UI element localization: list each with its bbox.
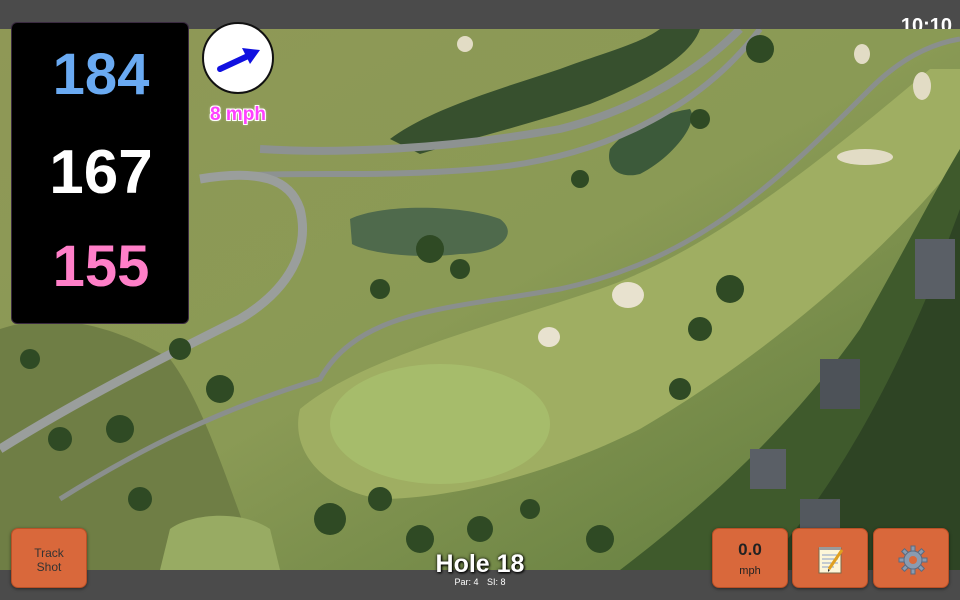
- gear-icon: [898, 545, 928, 575]
- hole-stroke-index: SI: 8: [487, 577, 506, 587]
- hole-par: Par: 4: [454, 577, 479, 587]
- notepad-icon: [818, 547, 844, 574]
- back-of-green-distance: 184: [52, 42, 150, 107]
- notes-button[interactable]: [792, 528, 868, 588]
- hole-title: Hole 18: [435, 550, 525, 578]
- wind-direction-arrow-icon: [217, 48, 260, 72]
- wind-speed-label: 8 mph: [210, 104, 266, 125]
- yardage-panel: 184 167 155: [11, 22, 189, 324]
- speed-unit: mph: [739, 565, 761, 577]
- middle-of-green-distance: 167: [49, 138, 153, 207]
- track-shot-label-line2: Shot: [36, 560, 62, 574]
- speed-button[interactable]: 0.0 mph: [712, 528, 788, 588]
- track-shot-label-line1: Track: [34, 546, 64, 560]
- front-of-green-distance: 155: [52, 234, 150, 299]
- settings-button[interactable]: [873, 528, 949, 588]
- hole-info: Par: 4 SI: 8: [380, 577, 580, 587]
- speed-value: 0.0: [738, 540, 762, 559]
- track-shot-button[interactable]: Track Shot: [11, 528, 87, 588]
- wind-indicator: [202, 22, 274, 94]
